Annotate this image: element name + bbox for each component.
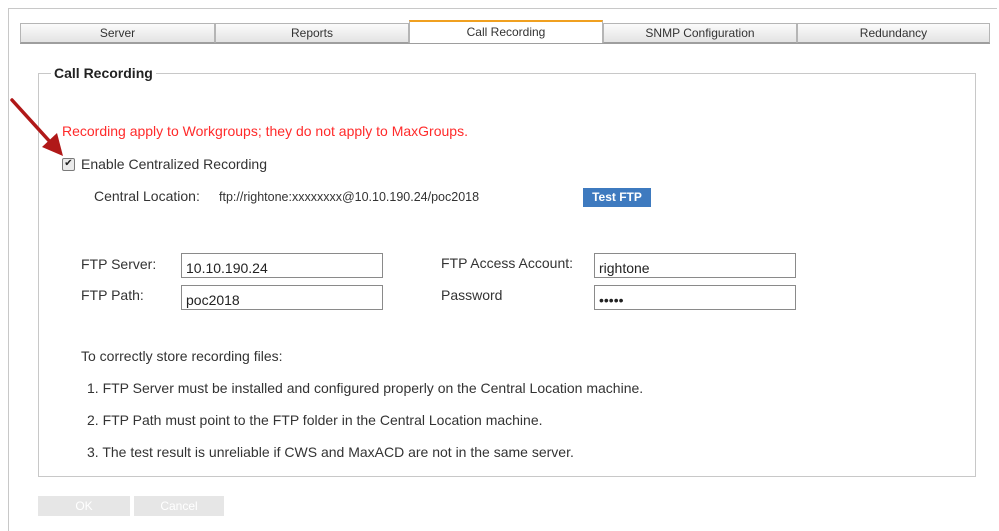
tab-call-recording[interactable]: Call Recording <box>409 20 603 44</box>
ftp-account-input[interactable]: rightone <box>594 253 796 278</box>
ftp-path-label: FTP Path: <box>81 287 144 303</box>
tab-divider <box>20 43 990 44</box>
tab-reports[interactable]: Reports <box>215 23 409 43</box>
central-location-label: Central Location: <box>94 188 200 204</box>
central-location-value: ftp://rightone:xxxxxxxx@10.10.190.24/poc… <box>219 190 480 204</box>
test-ftp-button[interactable]: Test FTP <box>583 188 651 207</box>
tab-redundancy[interactable]: Redundancy <box>797 23 990 43</box>
password-input[interactable]: ••••• <box>594 285 796 310</box>
ftp-server-label: FTP Server: <box>81 256 157 272</box>
password-label: Password <box>441 287 503 303</box>
ftp-path-input[interactable]: poc2018 <box>181 285 383 310</box>
section-title: Call Recording <box>54 65 153 81</box>
ftp-account-label: FTP Access Account: <box>441 255 574 271</box>
tab-server[interactable]: Server <box>20 23 215 43</box>
enable-recording-checkbox[interactable]: ✔ <box>62 157 75 171</box>
ftp-server-input[interactable]: 10.10.190.24 <box>181 253 383 278</box>
warning-text: Recording apply to Workgroups; they do n… <box>62 123 468 139</box>
note-item: 2. FTP Path must point to the FTP folder… <box>87 412 543 428</box>
tab-bar: Server Reports Call Recording SNMP Confi… <box>20 20 990 44</box>
notes-intro: To correctly store recording files: <box>81 348 283 364</box>
enable-recording-row[interactable]: ✔ Enable Centralized Recording <box>62 155 267 173</box>
ok-button[interactable]: OK <box>38 496 130 516</box>
tab-snmp-configuration[interactable]: SNMP Configuration <box>603 23 797 43</box>
enable-recording-label: Enable Centralized Recording <box>81 156 267 172</box>
cancel-button[interactable]: Cancel <box>134 496 224 516</box>
note-item: 1. FTP Server must be installed and conf… <box>87 380 644 396</box>
note-item: 3. The test result is unreliable if CWS … <box>87 444 574 460</box>
arrow-annotation-icon <box>10 98 63 156</box>
